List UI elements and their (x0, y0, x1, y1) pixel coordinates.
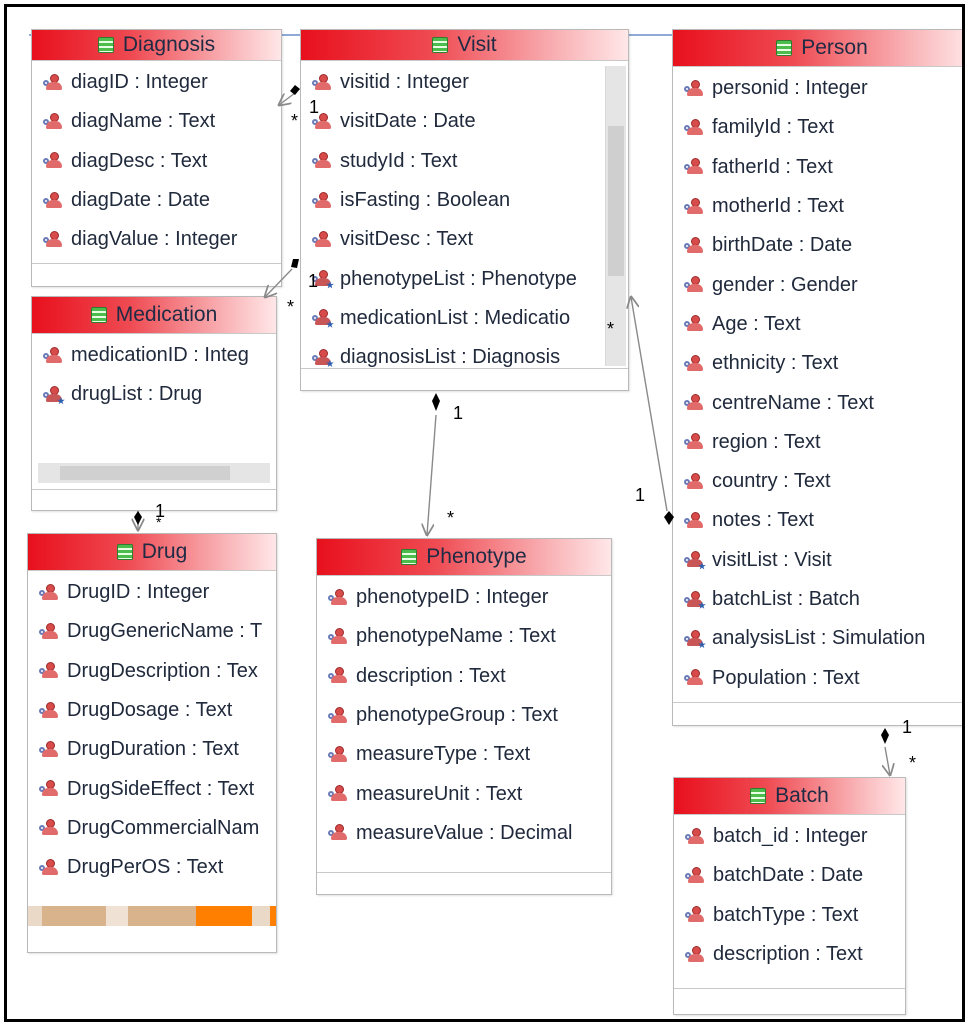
composition-diamond-icon (290, 85, 300, 95)
multiplicity-person-batch-one: 1 (902, 717, 913, 737)
multiplicity-person-visit-many: * (607, 319, 615, 339)
composition-diamond-icon (881, 728, 889, 744)
multiplicity-visit-diagnosis-many: * (291, 111, 299, 131)
multiplicity-visit-phenotype-many: * (447, 508, 455, 528)
composition-diamond-icon (134, 511, 142, 525)
multiplicity-visit-medication-many: * (287, 297, 295, 317)
association-medication-drug[interactable] (134, 511, 142, 530)
association-visit-phenotype[interactable] (427, 393, 440, 535)
composition-diamond-icon (432, 393, 440, 411)
association-connectors (7, 85, 965, 1022)
multiplicity-visit-medication-one: 1 (308, 271, 319, 291)
multiplicity-visit-diagnosis-one: 1 (309, 97, 320, 117)
association-visit-medication[interactable] (265, 259, 299, 297)
composition-diamond-icon (291, 259, 299, 268)
multiplicity-medication-drug-many: * (156, 514, 162, 530)
multiplicity-visit-phenotype-one: 1 (453, 403, 464, 423)
composition-diamond-icon (664, 511, 674, 525)
diagram-canvas: Diagnosis diagID : Integer diagName : Tex… (4, 4, 965, 1022)
multiplicity-person-visit-one: 1 (635, 485, 646, 505)
multiplicity-person-batch-many: * (909, 753, 917, 773)
association-visit-diagnosis[interactable] (279, 85, 300, 105)
association-person-batch[interactable] (881, 728, 890, 775)
